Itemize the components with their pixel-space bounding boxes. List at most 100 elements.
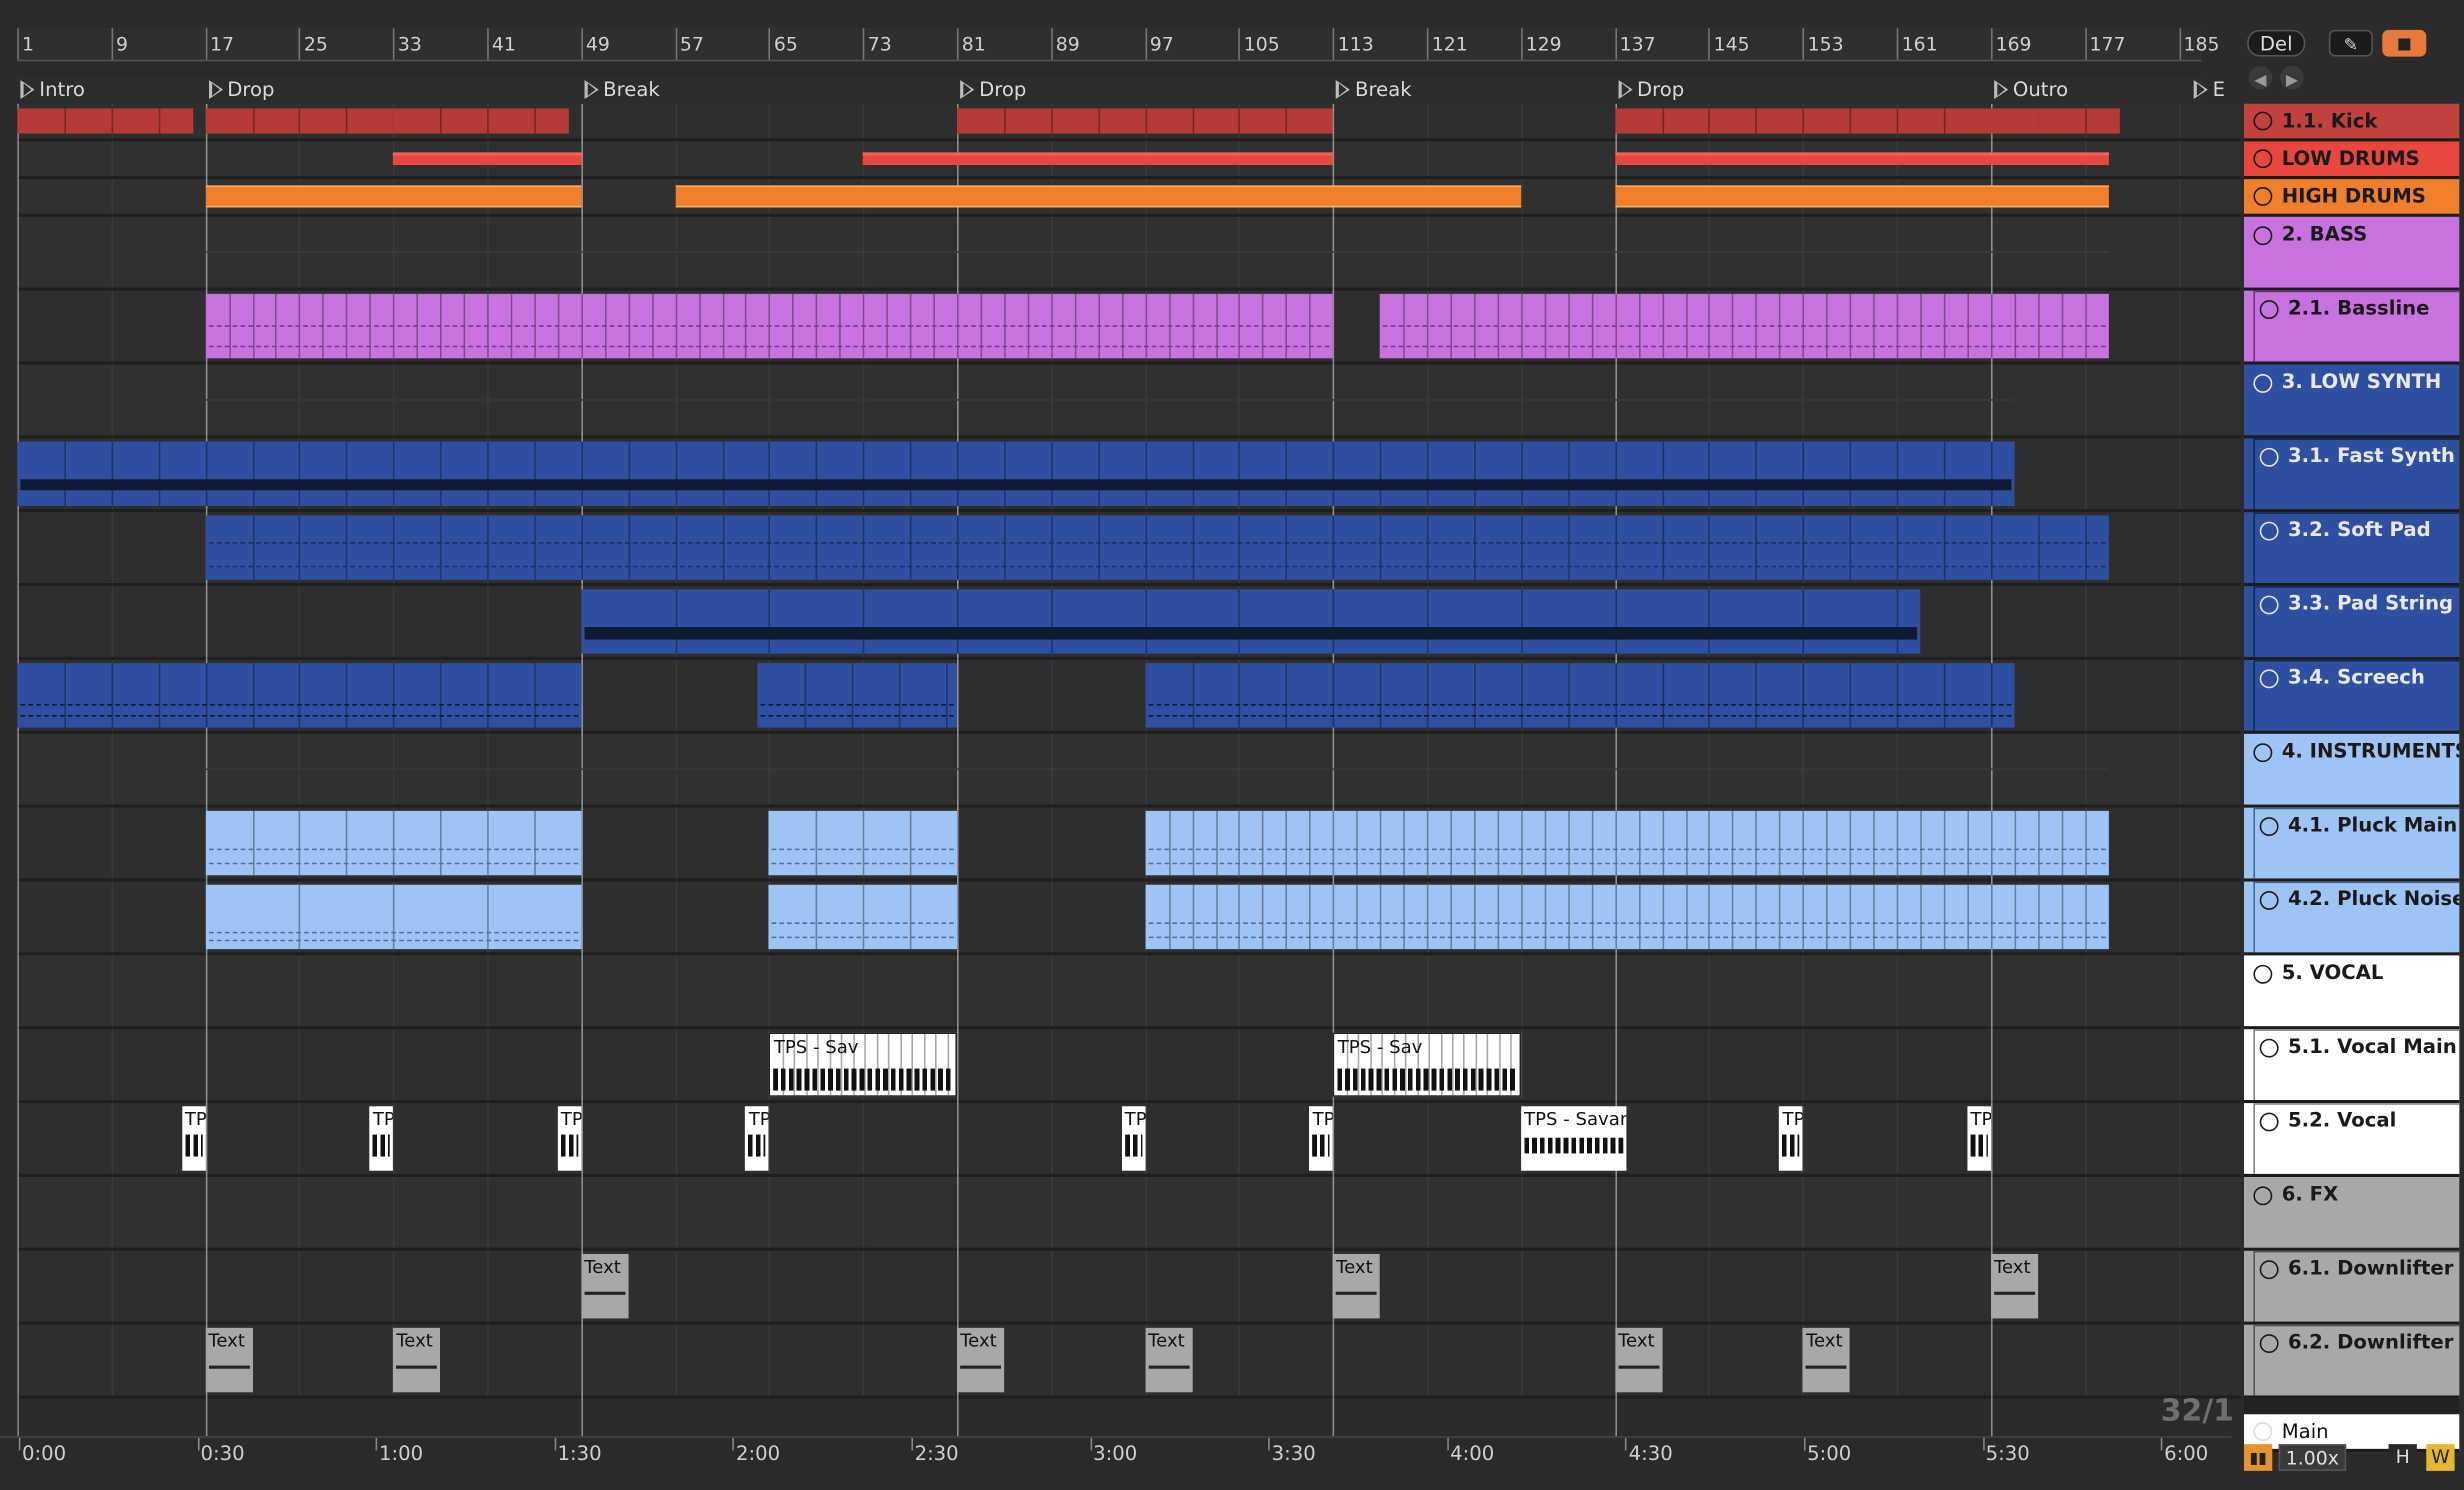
- vocal-main-clip[interactable]: TPS - Sav: [769, 1032, 958, 1097]
- low-synth-group-clip[interactable]: [205, 399, 2015, 401]
- group-fold-icon[interactable]: [2253, 149, 2273, 169]
- fold-chevron-icon[interactable]: [2259, 595, 2279, 615]
- high-drums-clip[interactable]: [1990, 185, 2109, 208]
- forward-button[interactable]: ▶: [2280, 66, 2304, 90]
- kick-clip[interactable]: [2037, 108, 2121, 134]
- track-header-4-2-pluck-noise[interactable]: 4.2. Pluck Noise: [2244, 881, 2460, 956]
- high-drums-clip[interactable]: [1614, 185, 1991, 208]
- pluck-noise-clip[interactable]: [205, 884, 582, 950]
- downlifter-2-clip[interactable]: Text: [1614, 1327, 1662, 1393]
- track-header-3-1-fast-synth[interactable]: 3.1. Fast Synth: [2244, 438, 2460, 513]
- lane-2-bass[interactable]: [17, 216, 2241, 291]
- screech-clip[interactable]: [1145, 663, 2015, 728]
- locator-break[interactable]: Break: [581, 75, 660, 103]
- downlifter-2-clip[interactable]: Text: [1802, 1327, 1850, 1393]
- downlifter-clip[interactable]: Text: [1990, 1254, 2038, 1319]
- downlifter-2-clip[interactable]: Text: [1145, 1327, 1193, 1393]
- kick-clip[interactable]: [957, 108, 1333, 134]
- track-header-5-1-vocal-main[interactable]: 5.1. Vocal Main: [2244, 1029, 2460, 1104]
- screech-clip[interactable]: [757, 663, 958, 728]
- soft-pad-clip[interactable]: [205, 515, 2109, 580]
- lane-5-vocal[interactable]: [17, 955, 2241, 1030]
- pluck-main-clip[interactable]: [1145, 810, 2109, 876]
- bassline-clip[interactable]: [205, 293, 1333, 359]
- zoom-display[interactable]: 1.00x: [2278, 1444, 2347, 1471]
- track-header-high-drums[interactable]: HIGH DRUMS: [2244, 179, 2460, 217]
- time-ruler[interactable]: 0:00 0:30 1:00 1:30 2:00 2:30 3:00 3:30 4:00 4:30…: [0, 1436, 2232, 1470]
- pluck-main-clip[interactable]: [769, 810, 958, 876]
- lock-button[interactable]: ■: [2382, 29, 2427, 57]
- downlifter-2-clip[interactable]: Text: [393, 1327, 441, 1393]
- track-header-1-1-kick[interactable]: 1.1. Kick: [2244, 103, 2460, 142]
- w-button[interactable]: W: [2426, 1444, 2455, 1471]
- vocal-clip[interactable]: TP: [181, 1106, 206, 1171]
- arrangement-lanes[interactable]: TPS - Sav TPS - Sav TP TP TP TP TP TP TP TP TPS - …: [17, 103, 2241, 1437]
- fold-chevron-icon[interactable]: [2259, 1334, 2279, 1354]
- instruments-group-clip[interactable]: [205, 768, 2109, 771]
- waveform-toggle[interactable]: ▮▮: [2244, 1444, 2273, 1471]
- vocal-clip[interactable]: TP: [1967, 1106, 1991, 1171]
- pluck-noise-clip[interactable]: [769, 884, 958, 950]
- vocal-clip[interactable]: TP: [745, 1106, 770, 1171]
- vocal-clip[interactable]: TP: [1121, 1106, 1146, 1171]
- track-header-6-fx[interactable]: 6. FX: [2244, 1177, 2460, 1251]
- play-icon[interactable]: [2253, 1422, 2273, 1442]
- track-header-5-vocal[interactable]: 5. VOCAL: [2244, 955, 2460, 1030]
- fold-chevron-icon[interactable]: [2259, 669, 2279, 689]
- vocal-clip[interactable]: TPS - Savar: [1520, 1106, 1627, 1171]
- fold-chevron-icon[interactable]: [2259, 521, 2279, 541]
- track-header-low-drums[interactable]: LOW DRUMS: [2244, 141, 2460, 180]
- vocal-clip[interactable]: TP: [369, 1106, 394, 1171]
- fold-chevron-icon[interactable]: [2259, 1038, 2279, 1058]
- pluck-noise-clip[interactable]: [1145, 884, 2109, 950]
- lane-6-fx[interactable]: [17, 1177, 2241, 1251]
- kick-clip[interactable]: [393, 108, 570, 134]
- fold-chevron-icon[interactable]: [2259, 300, 2279, 320]
- group-fold-icon[interactable]: [2253, 374, 2273, 393]
- kick-clip[interactable]: [17, 108, 194, 134]
- group-fold-icon[interactable]: [2253, 187, 2273, 206]
- pad-string-clip[interactable]: [581, 589, 1921, 654]
- track-header-3-4-screech[interactable]: 3.4. Screech: [2244, 660, 2460, 734]
- locator-break[interactable]: Break: [1333, 75, 1412, 103]
- locator-bar[interactable]: Intro Drop Break Drop Break Drop Outro E: [17, 75, 2225, 104]
- locator-drop[interactable]: Drop: [205, 75, 275, 103]
- lane-4-instruments[interactable]: [17, 733, 2241, 808]
- track-header-2-1-bassline[interactable]: 2.1. Bassline: [2244, 290, 2460, 365]
- locator-drop[interactable]: Drop: [957, 75, 1026, 103]
- kick-clip[interactable]: [205, 108, 394, 134]
- downlifter-2-clip[interactable]: Text: [957, 1327, 1005, 1393]
- fold-chevron-icon[interactable]: [2259, 1112, 2279, 1132]
- high-drums-clip[interactable]: [675, 185, 958, 208]
- bassline-clip[interactable]: [1379, 293, 2109, 359]
- vocal-clip[interactable]: TP: [1309, 1106, 1333, 1171]
- fast-synth-clip[interactable]: [17, 441, 2015, 507]
- low-drums-clip[interactable]: [957, 152, 1333, 166]
- track-header-3-2-soft-pad[interactable]: 3.2. Soft Pad: [2244, 512, 2460, 587]
- track-header-6-1-downlifter[interactable]: 6.1. Downlifter: [2244, 1250, 2460, 1325]
- group-fold-icon[interactable]: [2253, 743, 2273, 763]
- screech-clip[interactable]: [17, 663, 582, 728]
- fold-chevron-icon[interactable]: [2259, 447, 2279, 467]
- bass-group-clip[interactable]: [205, 251, 2109, 254]
- track-header-3-3-pad-string[interactable]: 3.3. Pad String: [2244, 586, 2460, 661]
- group-fold-icon[interactable]: [2253, 226, 2273, 246]
- downlifter-2-clip[interactable]: Text: [205, 1327, 253, 1393]
- back-button[interactable]: ◀: [2248, 66, 2273, 90]
- track-header-5-2-vocal[interactable]: 5.2. Vocal: [2244, 1103, 2460, 1178]
- bar-ruler[interactable]: 1 9 17 25 33 41 49 57 65 73 81 89 97 105 113 121 129 137 1…: [17, 28, 2220, 60]
- downlifter-clip[interactable]: Text: [1332, 1254, 1380, 1319]
- track-header-2-bass[interactable]: 2. BASS: [2244, 216, 2460, 291]
- high-drums-clip[interactable]: [205, 185, 582, 208]
- group-fold-icon[interactable]: [2253, 1186, 2273, 1206]
- vocal-clip[interactable]: TP: [557, 1106, 582, 1171]
- play-icon[interactable]: [2253, 111, 2273, 131]
- group-fold-icon[interactable]: [2253, 964, 2273, 984]
- lane-6-2-downlifter[interactable]: [17, 1324, 2241, 1399]
- fold-chevron-icon[interactable]: [2259, 891, 2279, 910]
- locator-e[interactable]: E: [2191, 75, 2225, 103]
- kick-clip[interactable]: [1990, 108, 2038, 134]
- track-header-3-low-synth[interactable]: 3. LOW SYNTH: [2244, 364, 2460, 439]
- locator-drop[interactable]: Drop: [1615, 75, 1684, 103]
- vocal-main-clip[interactable]: TPS - Sav: [1332, 1032, 1521, 1097]
